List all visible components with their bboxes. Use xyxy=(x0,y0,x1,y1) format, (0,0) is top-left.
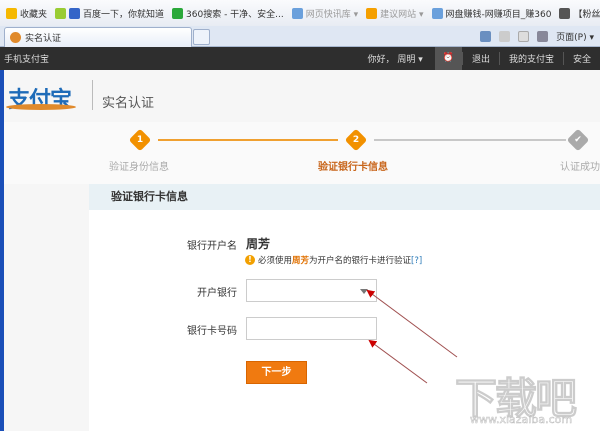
arrow-to-card-input xyxy=(368,339,428,384)
arrow-to-bank-select xyxy=(366,289,458,358)
watermark-url: www.xiazaiba.com xyxy=(470,413,573,427)
